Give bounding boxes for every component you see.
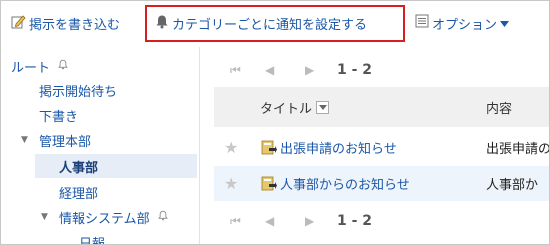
star-icon[interactable]: ★ bbox=[224, 138, 238, 157]
tree-item-daily-report[interactable]: 日報 bbox=[79, 233, 106, 245]
post-button[interactable]: 掲示を書き込む bbox=[11, 1, 120, 45]
next-page-icon[interactable]: ▶ bbox=[305, 214, 314, 228]
tree-item-it[interactable]: 情報システム部 bbox=[59, 208, 168, 227]
column-content: 内容 bbox=[486, 87, 512, 127]
message-icon bbox=[261, 176, 277, 191]
tree-item-label: 下書き bbox=[39, 110, 79, 125]
pager-top: ⏮ ◀ ▶ 1 - 2 bbox=[200, 51, 549, 89]
tree-item-label: 掲示開始待ち bbox=[39, 85, 118, 100]
column-content-label: 内容 bbox=[486, 101, 513, 117]
table-row[interactable]: ★ 人事部からのお知らせ 人事部か bbox=[214, 166, 549, 201]
expand-caret-icon[interactable]: ▼ bbox=[41, 212, 48, 222]
tree-root[interactable]: ルート bbox=[11, 57, 68, 76]
column-title-label: タイトル bbox=[260, 101, 313, 117]
tree-item-label: 管理本部 bbox=[39, 135, 92, 150]
tree-item-accounting[interactable]: 経理部 bbox=[59, 183, 98, 202]
tree-item-pending[interactable]: 掲示開始待ち bbox=[39, 81, 117, 100]
expand-caret-icon[interactable]: ▼ bbox=[21, 135, 28, 145]
bell-icon bbox=[58, 59, 68, 74]
message-icon bbox=[261, 140, 277, 155]
options-menu-button[interactable]: オプション bbox=[415, 1, 510, 45]
tree-item-label: 情報システム部 bbox=[59, 212, 150, 227]
tree-root-label: ルート bbox=[11, 61, 51, 76]
tree-item-hr-selected[interactable]: 人事部 bbox=[35, 154, 197, 178]
first-page-icon[interactable]: ⏮ bbox=[230, 214, 241, 229]
options-label: オプション bbox=[432, 17, 498, 33]
caret-down-icon bbox=[500, 16, 510, 31]
app-frame: 掲示を書き込む カテゴリーごとに通知を設定する オプション ルート 掲示開始待ち… bbox=[0, 0, 550, 245]
message-list-pane: ⏮ ◀ ▶ 1 - 2 タイトル 内容 ★ 出張申請のお知らせ 出張申請の ★ … bbox=[200, 47, 550, 244]
message-title-link[interactable]: 出張申請のお知らせ bbox=[280, 130, 397, 165]
tree-item-label: 人事部 bbox=[59, 160, 99, 176]
pencil-icon bbox=[11, 14, 26, 33]
message-title-link[interactable]: 人事部からのお知らせ bbox=[280, 166, 410, 201]
table-header: タイトル 内容 bbox=[214, 87, 549, 127]
bell-icon bbox=[157, 210, 168, 225]
message-content: 人事部か bbox=[486, 178, 539, 193]
first-page-icon[interactable]: ⏮ bbox=[230, 63, 241, 78]
star-icon[interactable]: ★ bbox=[224, 174, 238, 193]
category-tree: ルート 掲示開始待ち 下書き ▼ 管理本部 人事部 経理部 ▼ 情報システム部 … bbox=[1, 47, 197, 245]
list-icon bbox=[415, 14, 429, 32]
highlight-box bbox=[145, 5, 405, 42]
tree-item-label: 日報 bbox=[79, 237, 106, 245]
tree-item-label: 経理部 bbox=[59, 187, 99, 202]
next-page-icon[interactable]: ▶ bbox=[305, 63, 314, 77]
prev-page-icon[interactable]: ◀ bbox=[265, 214, 274, 228]
toolbar: 掲示を書き込む カテゴリーごとに通知を設定する オプション bbox=[1, 1, 549, 45]
prev-page-icon[interactable]: ◀ bbox=[265, 63, 274, 77]
message-content: 出張申請の bbox=[486, 142, 550, 157]
tree-item-admin[interactable]: 管理本部 bbox=[39, 131, 91, 150]
post-button-label: 掲示を書き込む bbox=[29, 17, 121, 33]
page-count: 1 - 2 bbox=[337, 62, 373, 78]
table-row[interactable]: ★ 出張申請のお知らせ 出張申請の bbox=[214, 130, 550, 165]
page-count: 1 - 2 bbox=[337, 213, 373, 229]
column-title[interactable]: タイトル bbox=[260, 87, 330, 127]
tree-item-drafts[interactable]: 下書き bbox=[39, 106, 78, 125]
sort-dropdown-icon[interactable] bbox=[316, 100, 330, 114]
pager-bottom: ⏮ ◀ ▶ 1 - 2 bbox=[200, 202, 549, 240]
